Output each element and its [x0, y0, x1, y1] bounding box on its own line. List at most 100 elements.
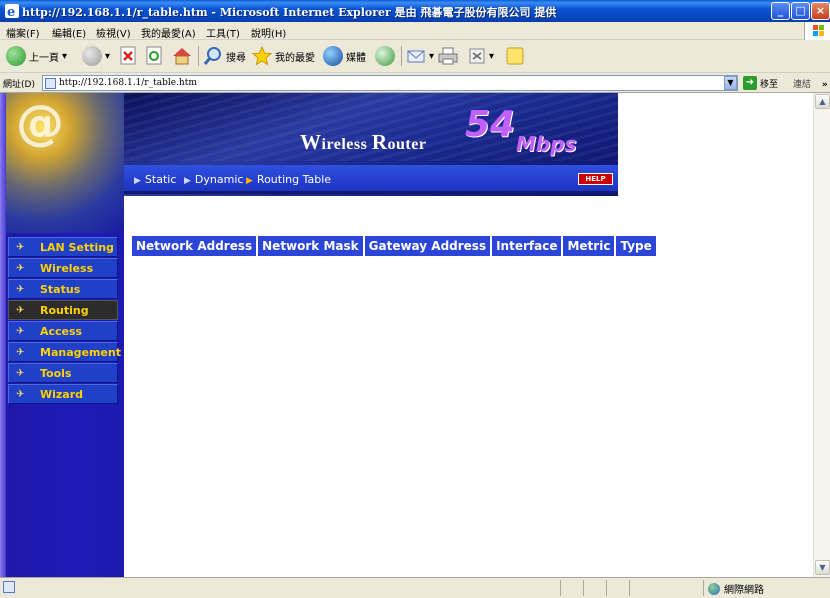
history-icon — [375, 46, 395, 66]
brand-word-outer: outer — [387, 136, 427, 153]
star-icon — [252, 46, 272, 66]
menu-view[interactable]: 檢視(V) — [96, 25, 131, 40]
close-button[interactable]: × — [811, 2, 830, 20]
mail-dropdown-icon[interactable]: ▾ — [429, 51, 434, 62]
mail-button[interactable]: ▾ — [406, 45, 434, 67]
toolbar-separator — [401, 46, 402, 66]
address-dropdown-icon[interactable]: ▼ — [724, 76, 737, 90]
status-bar: 網際網路 — [0, 577, 830, 598]
go-label: 移至 — [760, 79, 779, 90]
history-button[interactable] — [375, 45, 395, 67]
column-gateway-address: Gateway Address — [364, 236, 491, 256]
favorites-label: 我的最愛 — [275, 52, 315, 64]
speed-unit: Mbps — [516, 132, 577, 156]
zone-label: 網際網路 — [724, 585, 764, 596]
nav-item-label: Management — [40, 346, 121, 359]
nav-item-wireless[interactable]: ✈ Wireless — [8, 258, 118, 278]
refresh-button[interactable] — [146, 45, 164, 67]
ie-icon: e — [5, 4, 19, 19]
minimize-button[interactable]: _ — [771, 2, 790, 20]
brand-logo: Wireless Router — [300, 130, 426, 155]
brand-word-ireless: ireless — [321, 136, 372, 153]
mail-icon — [407, 50, 425, 63]
pointer-icon: ✈ — [16, 284, 25, 295]
speed-number: 54 — [465, 104, 516, 145]
column-network-address: Network Address — [132, 236, 257, 256]
stop-icon — [120, 46, 136, 65]
menu-tools[interactable]: 工具(T) — [206, 25, 240, 40]
pointer-icon: ✈ — [16, 347, 25, 358]
brand-letter-w: W — [300, 130, 322, 154]
favorites-button[interactable]: 我的最愛 — [252, 45, 315, 67]
nav-item-wizard[interactable]: ✈ Wizard — [8, 384, 118, 404]
menu-file[interactable]: 檔案(F) — [6, 25, 40, 40]
nav-item-label: Wizard — [40, 388, 84, 401]
title-bar: e http://192.168.1.1/r_table.htm - Micro… — [0, 0, 830, 22]
address-bar: 網址(D) http://192.168.1.1/r_table.htm ▼ ➜… — [0, 73, 830, 93]
status-divider — [629, 580, 630, 596]
go-button[interactable]: ➜ 移至 — [743, 76, 778, 90]
status-divider — [560, 580, 561, 596]
nav-item-label: Routing — [40, 304, 89, 317]
toolbar-separator — [198, 46, 199, 66]
edit-button[interactable]: ▾ — [468, 45, 494, 67]
media-icon — [323, 46, 343, 66]
home-button[interactable] — [171, 45, 193, 67]
nav-item-label: LAN Setting — [40, 241, 114, 254]
nav-item-tools[interactable]: ✈ Tools — [8, 363, 118, 383]
scroll-up-icon[interactable]: ▲ — [815, 94, 830, 109]
forward-arrow-icon — [82, 46, 102, 66]
vertical-scrollbar[interactable]: ▲ ▼ — [813, 93, 830, 577]
windows-logo-icon — [804, 22, 830, 40]
scroll-down-icon[interactable]: ▼ — [815, 560, 830, 575]
pointer-icon: ✈ — [16, 242, 25, 253]
subnav-dynamic[interactable]: ▶ Dynamic — [184, 173, 243, 186]
subnav-static[interactable]: ▶ Static — [134, 173, 176, 186]
globe-icon — [708, 582, 720, 595]
notes-button[interactable] — [505, 45, 525, 67]
menu-bar: 檔案(F) 編輯(E) 檢視(V) 我的最愛(A) 工具(T) 說明(H) — [0, 22, 830, 40]
column-network-mask: Network Mask — [258, 236, 363, 256]
routing-table-header-row: Network Address Network Mask Gateway Add… — [132, 236, 656, 256]
pointer-icon: ✈ — [16, 305, 25, 316]
edit-dropdown-icon[interactable]: ▾ — [489, 51, 494, 62]
home-icon — [173, 48, 191, 65]
pointer-icon: ✈ — [16, 263, 25, 274]
help-button[interactable]: HELP — [578, 173, 613, 185]
stop-button[interactable] — [120, 45, 138, 67]
nav-item-access[interactable]: ✈ Access — [8, 321, 118, 341]
back-button[interactable]: 上一頁 ▾ — [6, 45, 67, 67]
status-divider — [703, 580, 704, 596]
status-divider — [606, 580, 607, 596]
links-button[interactable]: 連結 » — [793, 77, 828, 90]
left-nav: @ ✈ LAN Setting ✈ Wireless ✈ Status ✈ Ro… — [0, 93, 124, 577]
maximize-button[interactable]: □ — [791, 2, 810, 20]
media-button[interactable]: 媒體 — [323, 45, 366, 67]
triangle-right-icon: ▶ — [184, 176, 191, 186]
back-label: 上一頁 — [29, 52, 59, 64]
menu-edit[interactable]: 編輯(E) — [52, 25, 86, 40]
nav-item-status[interactable]: ✈ Status — [8, 279, 118, 299]
forward-dropdown-icon[interactable]: ▾ — [105, 51, 110, 62]
page-icon — [45, 78, 56, 89]
pointer-icon: ✈ — [16, 389, 25, 400]
sub-nav: ▶ Static ▶ Dynamic ▶ Routing Table HELP — [124, 165, 618, 194]
window-title: http://192.168.1.1/r_table.htm - Microso… — [22, 6, 557, 19]
menu-help[interactable]: 說明(H) — [251, 25, 286, 40]
subnav-routing-table[interactable]: ▶ Routing Table — [246, 173, 331, 186]
nav-item-routing[interactable]: ✈ Routing — [8, 300, 118, 320]
nav-item-management[interactable]: ✈ Management — [8, 342, 121, 362]
print-button[interactable] — [437, 45, 459, 67]
subnav-label: Dynamic — [194, 173, 244, 186]
menu-favorites[interactable]: 我的最愛(A) — [141, 25, 196, 40]
address-url: http://192.168.1.1/r_table.htm — [59, 78, 197, 88]
address-input[interactable]: http://192.168.1.1/r_table.htm — [42, 75, 738, 91]
notes-icon — [506, 47, 524, 65]
back-dropdown-icon[interactable]: ▾ — [62, 51, 67, 62]
forward-button[interactable]: ▾ — [82, 45, 110, 67]
refresh-icon — [146, 46, 162, 65]
nav-item-label: Wireless — [40, 262, 94, 275]
column-metric: Metric — [563, 236, 615, 256]
search-button[interactable]: 搜尋 — [203, 45, 246, 67]
nav-item-lan-setting[interactable]: ✈ LAN Setting — [8, 237, 118, 257]
